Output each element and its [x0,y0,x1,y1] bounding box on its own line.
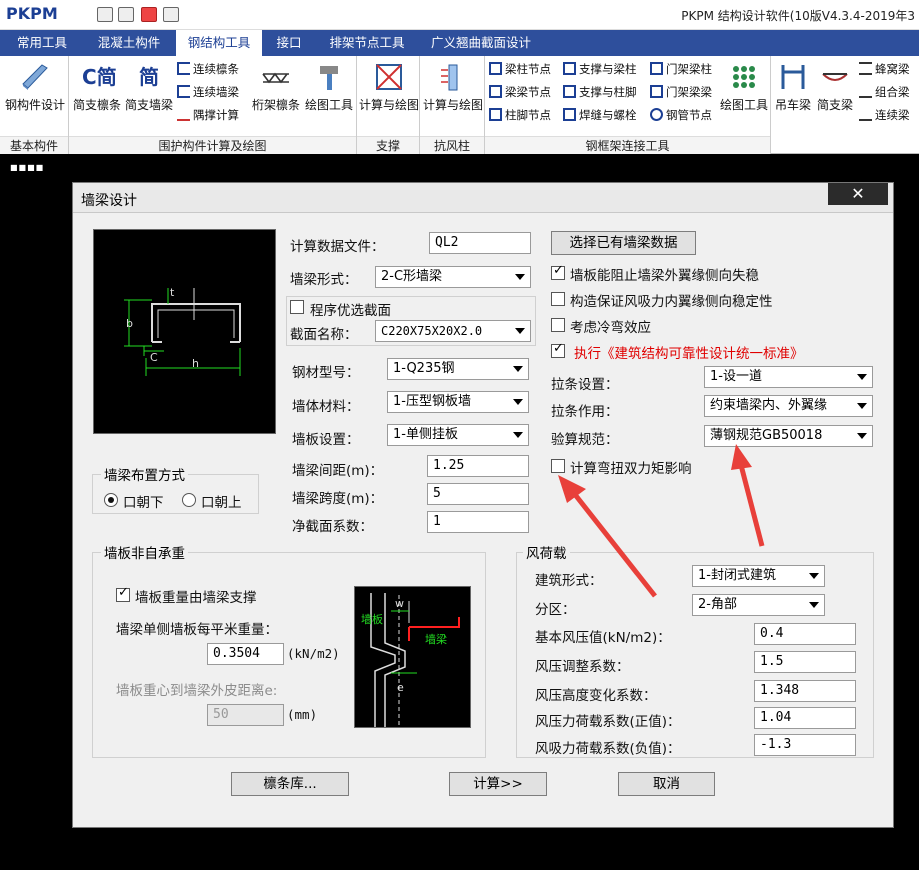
annotation-arrows [558,444,765,598]
red-arrow-line [571,490,657,598]
red-arrowhead [558,475,586,503]
red-arrow-line [738,464,765,547]
red-arrowhead [731,444,752,470]
